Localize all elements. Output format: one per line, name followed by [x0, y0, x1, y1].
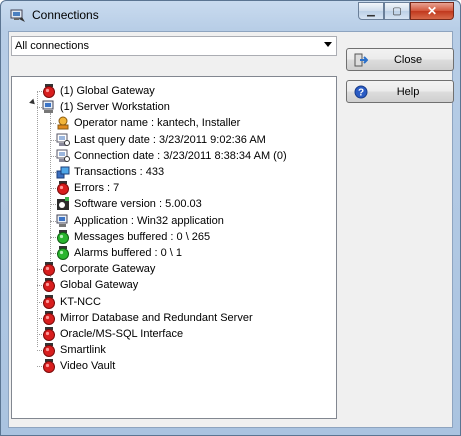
tree-node[interactable]: Last query date : 3/23/2011 9:02:36 AM — [56, 132, 266, 148]
connection-filter-value: All connections — [15, 40, 89, 52]
tree-node-label: Video Vault — [60, 360, 116, 373]
tree-node-label: (1) Global Gateway — [60, 85, 155, 97]
tree-node[interactable]: Application : Win32 application — [56, 213, 224, 229]
tree-node-label: Oracle/MS-SQL Interface — [60, 328, 184, 340]
connections-tree[interactable]: (1) Global Gateway (1) Server Workstation… — [11, 76, 337, 419]
tree-node-label: KT-NCC — [60, 295, 101, 308]
workstation-icon — [42, 100, 54, 114]
tree-node[interactable]: Video Vault — [42, 358, 115, 374]
tree-node[interactable]: Mirror Database and Redundant Server — [42, 310, 253, 326]
red-status-icon — [43, 310, 55, 325]
green-status-icon — [57, 229, 69, 244]
tree-node[interactable]: Connection date : 3/23/2011 8:38:34 AM (… — [56, 148, 287, 164]
tree-node[interactable]: (1) Server Workstation — [42, 99, 170, 115]
client-area: All connections (1) Global Gateway (1) Se… — [8, 31, 454, 428]
red-status-icon — [43, 294, 55, 309]
tree-node-label: Smartlink — [60, 344, 106, 357]
tree-node[interactable]: Transactions : 433 — [56, 164, 164, 180]
chevron-down-icon — [324, 42, 332, 47]
connections-window: Connections ▁ ▢ ✕ All connections (1) Gl… — [0, 0, 461, 436]
maximize-button[interactable]: ▢ — [384, 2, 410, 20]
tree-node-label: Messages buffered : 0 \ 265 — [74, 230, 211, 243]
tree-line — [37, 91, 38, 347]
red-status-icon — [43, 343, 55, 358]
window-title: Connections — [32, 8, 99, 22]
tree-node[interactable]: Alarms buffered : 0 \ 1 — [56, 245, 182, 261]
tree-node-label: Global Gateway — [60, 279, 139, 292]
tree-node[interactable]: Corporate Gateway — [42, 261, 155, 277]
close-icon: ✕ — [426, 4, 438, 18]
tree-node-label: Corporate Gateway — [60, 263, 156, 276]
operator-icon — [57, 116, 69, 130]
tree-node-label: Connection date : 3/23/2011 8:38:34 AM (… — [74, 149, 287, 162]
tree-node-label: Application : Win32 application — [74, 214, 224, 227]
tree-node-label: Last query date : 3/23/2011 9:02:36 AM — [74, 133, 266, 146]
tree-node-label: Mirror Database and Redundant Server — [60, 311, 253, 324]
close-button-label: Close — [393, 54, 423, 66]
connections-app-icon — [10, 9, 25, 22]
tree-node-label: Transactions : 433 — [74, 166, 165, 178]
maximize-icon: ▢ — [392, 5, 402, 17]
close-button[interactable]: Close — [346, 48, 454, 71]
collapse-arrow-icon[interactable] — [29, 98, 37, 107]
red-status-icon — [43, 262, 55, 277]
application-icon — [56, 214, 68, 227]
tree-node[interactable]: Global Gateway — [42, 277, 138, 293]
tree-node-label: Errors : 7 — [74, 182, 120, 195]
tree-node[interactable]: Errors : 7 — [56, 180, 119, 196]
red-status-icon — [43, 278, 55, 293]
minimize-button[interactable]: ▁ — [358, 2, 384, 20]
tree-node[interactable]: Operator name : kantech, Installer — [56, 115, 240, 131]
tree-node[interactable]: Oracle/MS-SQL Interface — [42, 326, 183, 342]
connections-pane: All connections (1) Global Gateway (1) Se… — [11, 36, 339, 425]
tree-node-label: (1) Server Workstation — [60, 101, 170, 114]
red-status-icon — [43, 359, 55, 374]
tree-node-label: Operator name : kantech, Installer — [74, 117, 241, 130]
tree-node-label: Software version : 5.00.03 — [74, 198, 202, 211]
software-icon — [57, 197, 69, 211]
connection-filter-select[interactable]: All connections — [11, 36, 337, 56]
red-status-icon — [57, 181, 69, 196]
window-close-button[interactable]: ✕ — [410, 2, 454, 20]
tree-node[interactable]: Messages buffered : 0 \ 265 — [56, 229, 210, 245]
query-date-icon — [56, 133, 70, 146]
help-button-label: Help — [396, 86, 420, 98]
tree-node[interactable]: (1) Global Gateway — [42, 83, 155, 99]
green-status-icon — [57, 246, 69, 260]
tree-node[interactable]: KT-NCC — [42, 294, 101, 310]
minimize-icon: ▁ — [367, 5, 375, 17]
tree-node[interactable]: Software version : 5.00.03 — [56, 196, 202, 212]
red-status-icon — [43, 327, 55, 341]
red-status-icon — [43, 84, 55, 98]
connection-date-icon — [56, 149, 70, 162]
tree-node[interactable]: Smartlink — [42, 342, 106, 358]
help-button[interactable]: ? Help — [346, 80, 454, 103]
transactions-icon — [56, 166, 70, 179]
tree-node-label: Alarms buffered : 0 \ 1 — [74, 247, 183, 259]
title-bar[interactable]: Connections ▁ ▢ ✕ — [1, 1, 460, 31]
